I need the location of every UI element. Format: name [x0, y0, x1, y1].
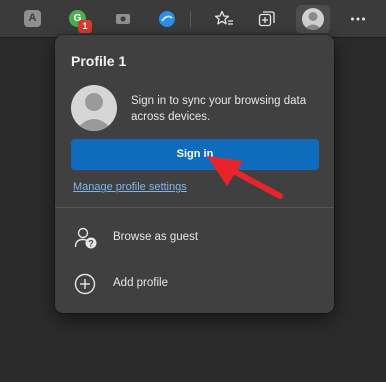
- browse-as-guest-label: Browse as guest: [113, 231, 199, 243]
- profile-button[interactable]: [296, 5, 330, 33]
- favorites-icon[interactable]: [214, 10, 234, 28]
- add-profile-item[interactable]: Add profile: [55, 264, 334, 304]
- profile-avatar-icon: [302, 8, 324, 30]
- manage-profile-settings-link[interactable]: Manage profile settings: [73, 181, 187, 193]
- more-menu-icon[interactable]: [350, 16, 366, 22]
- add-icon: [74, 273, 96, 295]
- browser-toolbar: A G 1: [0, 0, 386, 38]
- collections-icon[interactable]: [258, 10, 276, 28]
- extension-a-icon[interactable]: A: [24, 10, 41, 27]
- svg-text:?: ?: [88, 239, 94, 249]
- signin-button[interactable]: Sign in: [71, 139, 319, 170]
- add-profile-label: Add profile: [113, 277, 168, 289]
- sync-description: Sign in to sync your browsing data acros…: [131, 95, 307, 123]
- profile-title: Profile 1: [71, 53, 127, 69]
- guest-icon: ?: [74, 227, 97, 249]
- toolbar-separator: [190, 11, 191, 27]
- extension-edge-icon[interactable]: [158, 10, 176, 28]
- divider: [55, 207, 334, 208]
- extension-badge: 1: [78, 20, 92, 33]
- profile-flyout: Profile 1 Sign in to sync your browsing …: [55, 35, 334, 313]
- extension-screen-icon[interactable]: [115, 11, 131, 27]
- browse-as-guest-item[interactable]: ? Browse as guest: [55, 218, 334, 258]
- profile-avatar: [71, 85, 117, 131]
